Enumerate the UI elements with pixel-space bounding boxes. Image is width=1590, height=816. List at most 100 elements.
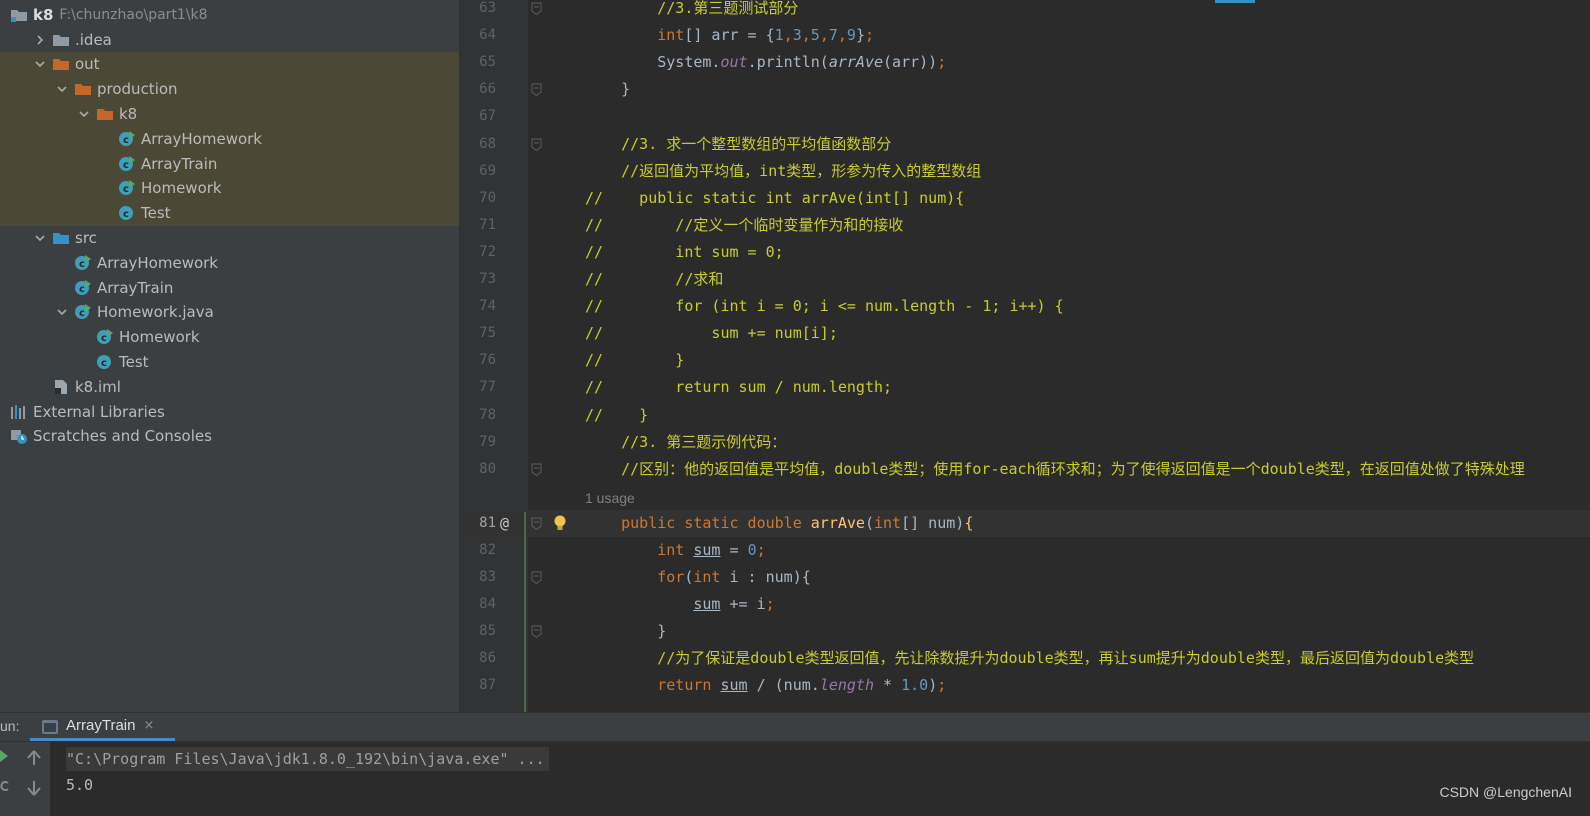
code-line[interactable]: 68 //3. 求一个整型数组的平均值函数部分 <box>460 131 1590 158</box>
code-token: int <box>657 26 685 45</box>
code-line[interactable]: 71 // //定义一个临时变量作为和的接收 <box>460 212 1590 239</box>
tree-item-label: Homework.java <box>97 303 214 322</box>
code-editor[interactable]: 63 //3.第三题测试部分 64 int[] arr = {1,3,5,7,9}… <box>460 0 1590 712</box>
code-line[interactable]: 64 int[] arr = {1,3,5,7,9}; <box>460 22 1590 49</box>
run-tab-arraytrain[interactable]: ArrayTrain × <box>30 713 175 741</box>
code-line[interactable]: 87 return sum / (num.length * 1.0); <box>460 672 1590 699</box>
tree-item-k8[interactable]: k8 <box>0 101 459 127</box>
tree-item-test[interactable]: c Test <box>0 349 459 374</box>
svg-text:c: c <box>123 184 129 195</box>
line-number: 68 <box>479 135 496 152</box>
code-token: 1.0 <box>901 676 929 695</box>
tree-item-scratches-and-consoles[interactable]: Scratches and Consoles <box>0 424 459 449</box>
rerun-icon[interactable] <box>0 750 8 766</box>
code-line[interactable]: 65 System.out.println(arrAve(arr)); <box>460 49 1590 76</box>
fold-marker-icon[interactable] <box>531 517 542 530</box>
lightbulb-icon[interactable] <box>553 515 567 533</box>
code-token: 7 <box>828 26 838 45</box>
chevron-down-icon[interactable] <box>56 83 68 95</box>
code-line[interactable]: 82 int sum = 0; <box>460 537 1590 564</box>
chevron-down-icon[interactable] <box>78 108 90 120</box>
code-line[interactable]: 75 // sum += num[i]; <box>460 320 1590 347</box>
code-line[interactable]: 70 // public static int arrAve(int[] num)… <box>460 185 1590 212</box>
tree-item-external-libraries[interactable]: External Libraries <box>0 399 459 424</box>
restart-icon[interactable] <box>0 780 10 796</box>
root-name: k8 <box>33 5 54 24</box>
fold-marker-icon[interactable] <box>531 138 542 151</box>
tree-item-k8-iml[interactable]: k8.iml <box>0 374 459 399</box>
tree-item-homework[interactable]: c Homework <box>0 175 459 201</box>
scroll-down-icon[interactable] <box>27 780 41 800</box>
override-marker-icon[interactable]: @ <box>500 510 509 537</box>
tree-item-homework[interactable]: c Homework <box>0 325 459 350</box>
tree-item-arraytrain[interactable]: c ArrayTrain <box>0 151 459 176</box>
run-panel: un: ArrayTrain × "C:\Program Files\Java\… <box>0 712 1590 816</box>
fold-marker-icon[interactable] <box>531 2 542 15</box>
code-line[interactable]: 77 // return sum / num.length; <box>460 374 1590 401</box>
code-token: 3 <box>792 26 802 45</box>
line-number: 67 <box>479 108 496 125</box>
console-command-line[interactable]: "C:\Program Files\Java\jdk1.8.0_192\bin\… <box>66 747 549 771</box>
code-line[interactable]: 83 for(int i : num){ <box>460 564 1590 591</box>
fold-marker-icon[interactable] <box>531 571 542 584</box>
code-line[interactable]: 67 <box>460 103 1590 130</box>
code-line[interactable]: 86 //为了保证是double类型返回值，先让除数提升为double类型，再让… <box>460 645 1590 672</box>
code-text: //区别：他的返回值是平均值，double类型；使用for-each循环求和；为… <box>585 456 1525 483</box>
runnable-class-icon: c <box>74 254 92 271</box>
console-output-line[interactable]: 5.0 <box>66 773 93 797</box>
code-text: // } <box>585 402 648 429</box>
line-number: 75 <box>479 325 496 342</box>
code-line[interactable]: 69 //返回值为平均值，int类型，形参为传入的整型数组 <box>460 158 1590 185</box>
code-text: // int sum = 0; <box>585 239 784 266</box>
fold-marker-icon[interactable] <box>531 625 542 639</box>
code-line[interactable]: 80 //区别：他的返回值是平均值，double类型；使用for-each循环求… <box>460 456 1590 483</box>
code-token: } <box>585 622 667 641</box>
fold-marker-icon[interactable] <box>531 463 542 476</box>
fold-marker-icon[interactable] <box>531 83 542 97</box>
tree-item-arrayhomework[interactable]: c ArrayHomework <box>0 126 459 152</box>
code-line[interactable]: 72 // int sum = 0; <box>460 239 1590 266</box>
code-line[interactable]: 79 //3. 第三题示例代码： <box>460 429 1590 456</box>
code-token: , <box>801 26 811 45</box>
tree-item-production[interactable]: production <box>0 76 459 102</box>
tree-item-homework-java[interactable]: c Homework.java <box>0 300 459 325</box>
code-text: //3. 第三题示例代码： <box>585 429 786 456</box>
close-icon[interactable]: × <box>143 718 154 733</box>
usage-hint[interactable]: 1 usage <box>585 487 635 509</box>
tree-item-out[interactable]: out <box>0 51 459 77</box>
run-toolbar <box>0 742 50 816</box>
code-text: // for (int i = 0; i <= num.length - 1; … <box>585 293 1064 320</box>
tree-root[interactable]: k8 F:\chunzhao\part1\k8 <box>0 2 459 27</box>
tree-item-src[interactable]: src <box>0 225 459 250</box>
chevron-down-icon[interactable] <box>34 232 46 244</box>
tree-item-arrayhomework[interactable]: c ArrayHomework <box>0 250 459 275</box>
tree-item-label: out <box>75 55 100 74</box>
chevron-right-icon[interactable] <box>34 34 46 46</box>
code-token: // return sum / num.length; <box>585 378 893 397</box>
code-line[interactable]: 84 sum += i; <box>460 591 1590 618</box>
tree-item-idea[interactable]: .idea <box>0 27 459 52</box>
line-number: 79 <box>479 433 496 450</box>
code-line[interactable]: 78 // } <box>460 402 1590 429</box>
code-text: //返回值为平均值，int类型，形参为传入的整型数组 <box>585 158 981 185</box>
tree-item-arraytrain[interactable]: c ArrayTrain <box>0 275 459 300</box>
chevron-down-icon[interactable] <box>34 58 46 70</box>
code-line[interactable]: 66 } <box>460 76 1590 103</box>
code-line[interactable]: 74 // for (int i = 0; i <= num.length - 1… <box>460 293 1590 320</box>
svg-text:c: c <box>79 308 85 319</box>
tree-item-test[interactable]: c Test <box>0 200 459 226</box>
code-line[interactable]: 63 //3.第三题测试部分 <box>460 0 1590 22</box>
code-line[interactable]: 81 @ public static double arrAve(int[] nu… <box>460 509 1590 537</box>
scroll-up-icon[interactable] <box>27 750 41 770</box>
code-line[interactable]: 76 // } <box>460 347 1590 374</box>
code-line[interactable]: 85 } <box>460 618 1590 645</box>
code-token: 1 <box>774 26 784 45</box>
code-line[interactable]: 73 // //求和 <box>460 266 1590 293</box>
chevron-down-icon[interactable] <box>56 306 68 318</box>
tree-item-label: src <box>75 228 97 247</box>
